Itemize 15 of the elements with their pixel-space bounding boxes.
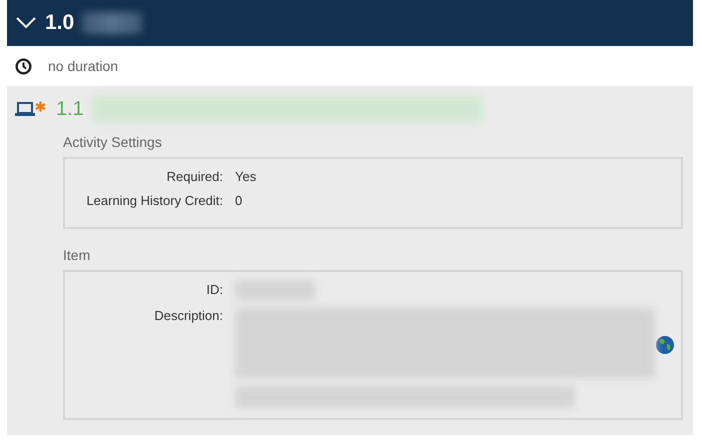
activity-number: 1.1 <box>56 97 84 122</box>
field-label: ID: <box>205 281 224 299</box>
section-number: 1.0 <box>45 10 74 36</box>
field-label: Learning History Credit: <box>85 192 224 210</box>
clock-icon <box>15 58 32 74</box>
section-title: Item <box>63 246 92 265</box>
section-title: Activity Settings <box>63 133 163 152</box>
field-value: Yes <box>235 168 256 186</box>
field-label: Required: <box>166 168 224 186</box>
expand-toggle[interactable] <box>15 16 37 30</box>
globe-icon <box>655 335 675 355</box>
duration-text: no duration <box>48 56 118 76</box>
field-value: 0 <box>235 192 242 210</box>
field-label: Description: <box>153 307 224 325</box>
blurred-region <box>82 12 142 34</box>
